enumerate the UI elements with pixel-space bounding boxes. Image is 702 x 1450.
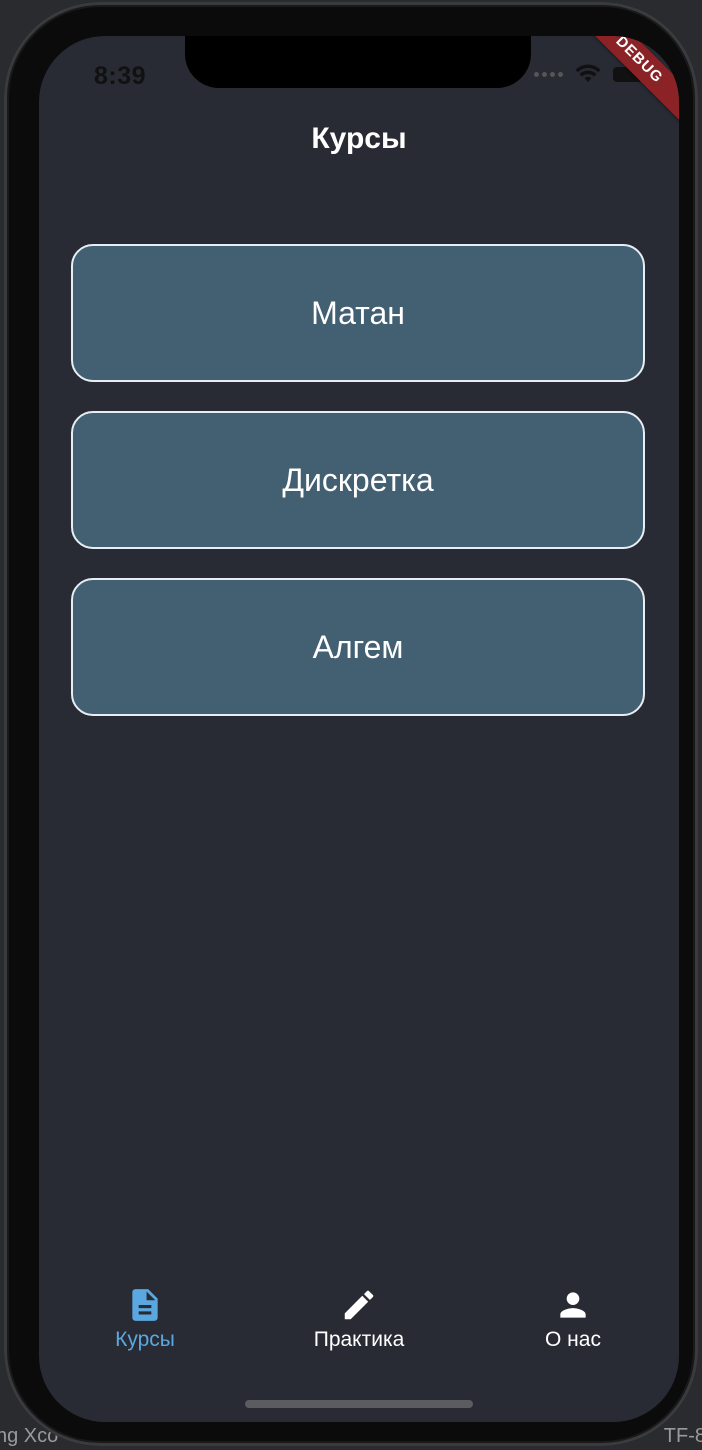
person-icon: [560, 1292, 586, 1318]
tab-practice-label: Практика: [313, 1328, 405, 1351]
phone-frame: 8:39 DEBUG Курсы Матан Дискретка Алгем К…: [4, 2, 698, 1446]
host-status-text-right: TF-8: [663, 1425, 702, 1447]
status-time: 8:39: [94, 62, 147, 90]
home-indicator[interactable]: [245, 1400, 473, 1408]
wifi-icon: [575, 64, 601, 82]
tab-courses[interactable]: Курсы: [75, 1286, 215, 1366]
tab-about[interactable]: О нас: [503, 1286, 643, 1366]
page-title: Курсы: [311, 122, 407, 155]
notch: [185, 36, 531, 88]
debug-banner: DEBUG: [565, 36, 679, 134]
course-card-algem[interactable]: Алгем: [71, 578, 645, 716]
tab-about-label: О нас: [545, 1328, 601, 1351]
document-icon: [132, 1289, 158, 1321]
phone-screen: 8:39 DEBUG Курсы Матан Дискретка Алгем К…: [39, 36, 679, 1422]
pencil-icon: [344, 1290, 374, 1320]
course-card-matan[interactable]: Матан: [71, 244, 645, 382]
tab-courses-label: Курсы: [115, 1328, 175, 1351]
cellular-signal-icon: [534, 71, 563, 77]
course-card-discretka[interactable]: Дискретка: [71, 411, 645, 549]
bottom-navigation-bar: Курсы Практика О нас: [39, 1286, 679, 1366]
tab-practice[interactable]: Практика: [289, 1286, 429, 1366]
course-list: Матан Дискретка Алгем: [71, 244, 645, 745]
simulator-window: ng Xco TF-8 8:39 DEBUG Курсы Матан Дискр…: [0, 0, 702, 1450]
